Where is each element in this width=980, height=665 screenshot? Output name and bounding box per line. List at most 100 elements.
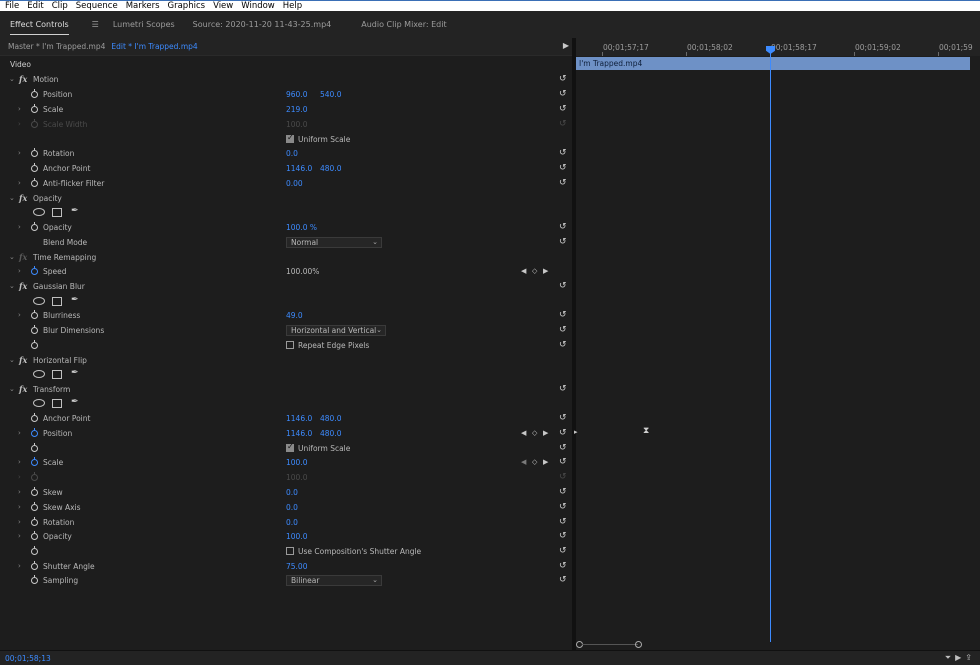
tab-effect-controls[interactable]: Effect Controls <box>10 20 69 35</box>
expand-chevron-icon[interactable]: › <box>18 429 21 437</box>
expand-chevron-icon[interactable]: › <box>18 223 21 231</box>
zoom-end-handle[interactable] <box>635 641 642 648</box>
stopwatch-icon[interactable] <box>31 561 38 570</box>
stopwatch-icon[interactable] <box>31 148 38 157</box>
reset-icon[interactable]: ↺ <box>559 90 568 99</box>
menu-markers[interactable]: Markers <box>126 1 160 11</box>
pen-mask-icon[interactable]: ✒ <box>71 397 79 407</box>
reset-icon[interactable]: ↺ <box>559 576 568 585</box>
previous-keyframe-icon[interactable]: ◀ <box>521 429 526 437</box>
rectangle-mask-icon[interactable] <box>52 370 62 379</box>
ellipse-mask-icon[interactable] <box>33 370 45 378</box>
param-value[interactable]: 0.0 <box>286 503 298 512</box>
fx-icon[interactable]: fx <box>19 384 27 394</box>
gaussian-header-row[interactable]: ⌄ fx Gaussian Blur ↺ <box>0 279 572 294</box>
param-value-y[interactable]: 480.0 <box>320 414 341 423</box>
stopwatch-icon[interactable] <box>31 546 38 555</box>
param-value-y[interactable]: 480.0 <box>320 164 341 173</box>
stopwatch-icon[interactable] <box>31 222 38 231</box>
blend-mode-dropdown[interactable]: Normal ⌄ <box>286 237 382 248</box>
stopwatch-icon[interactable] <box>31 502 38 511</box>
fx-icon[interactable]: fx <box>19 355 27 365</box>
menu-graphics[interactable]: Graphics <box>168 1 206 11</box>
fx-icon[interactable]: fx <box>19 281 27 291</box>
stopwatch-icon[interactable] <box>31 443 38 452</box>
param-value-y[interactable]: 540.0 <box>320 90 341 99</box>
collapse-chevron-icon[interactable]: ⌄ <box>9 75 15 83</box>
rectangle-mask-icon[interactable] <box>52 399 62 408</box>
menu-sequence[interactable]: Sequence <box>76 1 118 11</box>
rectangle-mask-icon[interactable] <box>52 297 62 306</box>
expand-chevron-icon[interactable]: › <box>18 518 21 526</box>
stopwatch-icon[interactable] <box>31 89 38 98</box>
param-value-x[interactable]: 1146.0 <box>286 414 312 423</box>
expand-chevron-icon[interactable]: › <box>18 149 21 157</box>
stopwatch-icon[interactable] <box>31 413 38 422</box>
ellipse-mask-icon[interactable] <box>33 399 45 407</box>
param-value[interactable]: 0.0 <box>286 518 298 527</box>
tab-audio-clip-mixer[interactable]: Audio Clip Mixer: Edit <box>361 20 446 29</box>
hflip-header-row[interactable]: ⌄ fx Horizontal Flip <box>0 353 572 368</box>
stopwatch-icon[interactable] <box>31 531 38 540</box>
filter-icon[interactable]: ⏷ <box>945 653 955 662</box>
blur-dimensions-dropdown[interactable]: Horizontal and Vertical ⌄ <box>286 325 386 336</box>
next-keyframe-icon[interactable]: ▶ <box>543 429 548 437</box>
next-keyframe-icon[interactable]: ▶ <box>543 267 548 275</box>
opacity-header-row[interactable]: ⌄ fx Opacity <box>0 191 572 206</box>
reset-icon[interactable]: ↺ <box>559 458 568 467</box>
reset-icon[interactable]: ↺ <box>559 179 568 188</box>
reset-icon[interactable]: ↺ <box>559 518 568 527</box>
param-value[interactable]: 100.00% <box>286 267 319 276</box>
add-keyframe-icon[interactable]: ◇ <box>532 267 537 275</box>
reset-icon[interactable]: ↺ <box>559 429 568 438</box>
next-keyframe-icon[interactable]: ▶ <box>543 458 548 466</box>
repeat-edge-checkbox[interactable] <box>286 341 294 349</box>
collapse-chevron-icon[interactable]: ⌄ <box>9 194 15 202</box>
stopwatch-icon[interactable] <box>31 104 38 113</box>
param-value[interactable]: 219.0 <box>286 105 307 114</box>
menu-clip[interactable]: Clip <box>52 1 68 11</box>
param-value[interactable]: 0.0 <box>286 149 298 158</box>
menu-edit[interactable]: Edit <box>27 1 43 11</box>
reset-icon[interactable]: ↺ <box>559 149 568 158</box>
time-remap-header-row[interactable]: ⌄ fx Time Remapping <box>0 250 572 265</box>
reset-icon[interactable]: ↺ <box>559 503 568 512</box>
reset-icon[interactable]: ↺ <box>559 105 568 114</box>
expand-chevron-icon[interactable]: › <box>18 311 21 319</box>
param-value-x[interactable]: 960.0 <box>286 90 307 99</box>
stopwatch-icon[interactable] <box>31 575 38 584</box>
stopwatch-icon[interactable] <box>31 310 38 319</box>
reset-icon[interactable]: ↺ <box>559 562 568 571</box>
collapse-chevron-icon[interactable]: ⌄ <box>9 385 15 393</box>
reset-icon[interactable]: ↺ <box>559 385 568 394</box>
zoom-range-bar[interactable] <box>582 644 638 645</box>
uniform-scale-checkbox[interactable] <box>286 442 294 452</box>
param-value[interactable]: 49.0 <box>286 311 303 320</box>
ellipse-mask-icon[interactable] <box>33 208 45 216</box>
param-value[interactable]: 100.0 % <box>286 223 317 232</box>
param-value[interactable]: 0.0 <box>286 488 298 497</box>
stopwatch-icon[interactable] <box>31 340 38 349</box>
reset-icon[interactable]: ↺ <box>559 547 568 556</box>
collapse-chevron-icon[interactable]: ⌄ <box>9 282 15 290</box>
expand-chevron-icon[interactable]: › <box>18 562 21 570</box>
param-value[interactable]: 100.0 <box>286 532 307 541</box>
add-keyframe-icon[interactable]: ◇ <box>532 429 537 437</box>
stopwatch-icon[interactable] <box>31 517 38 526</box>
stopwatch-icon[interactable] <box>31 457 38 466</box>
previous-keyframe-icon[interactable]: ◀ <box>521 267 526 275</box>
keyframe-nav-arrow-icon[interactable]: ▸ <box>574 428 578 436</box>
pen-mask-icon[interactable]: ✒ <box>71 206 79 216</box>
param-value-y[interactable]: 480.0 <box>320 429 341 438</box>
transform-header-row[interactable]: ⌄ fx Transform ↺ <box>0 382 572 397</box>
stopwatch-icon[interactable] <box>31 487 38 496</box>
export-icon[interactable]: ⇪ <box>965 653 976 662</box>
param-value-x[interactable]: 1146.0 <box>286 429 312 438</box>
play-audio-icon[interactable]: ▶ <box>955 653 965 662</box>
comp-shutter-checkbox[interactable] <box>286 547 294 555</box>
reset-icon[interactable]: ↺ <box>559 75 568 84</box>
tab-lumetri-scopes[interactable]: Lumetri Scopes <box>113 20 175 29</box>
reset-icon[interactable]: ↺ <box>559 223 568 232</box>
expand-chevron-icon[interactable]: › <box>18 458 21 466</box>
reset-icon[interactable]: ↺ <box>559 414 568 423</box>
